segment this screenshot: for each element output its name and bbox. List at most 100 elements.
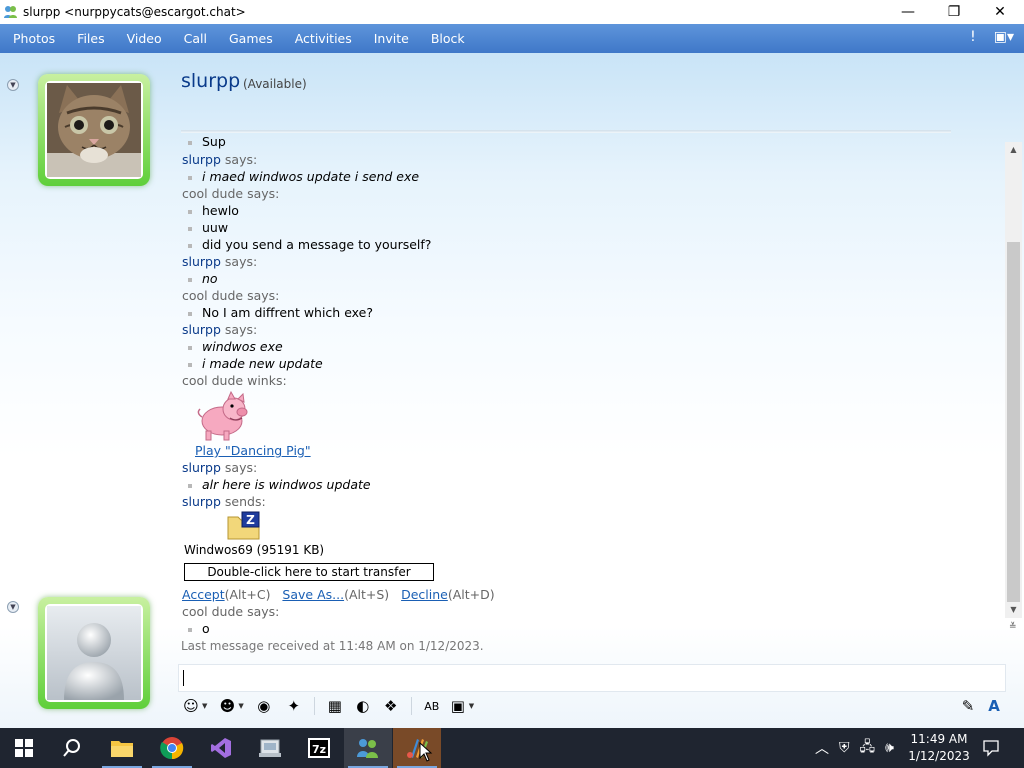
alert-icon[interactable]: ! xyxy=(970,29,976,45)
speaker-line: cool dude says: xyxy=(182,604,280,619)
message-line: i made new update xyxy=(188,356,323,371)
taskbar: 7z ︿ ⛨ 🖧 🕪 11:49 AM 1/12/2023 xyxy=(0,728,1024,768)
system-tray: ︿ ⛨ 🖧 🕪 xyxy=(815,728,894,768)
close-button[interactable]: ✕ xyxy=(977,0,1023,24)
chrome-button[interactable] xyxy=(148,728,196,768)
mouse-cursor-icon xyxy=(419,742,433,762)
decline-link[interactable]: Decline xyxy=(401,587,448,602)
contact-name: slurpp xyxy=(181,70,241,92)
network-icon[interactable]: 🖧 xyxy=(860,736,876,760)
message-line: did you send a message to yourself? xyxy=(188,237,431,252)
minimize-button[interactable]: — xyxy=(885,0,931,24)
collapse-contact-icon[interactable]: ▼ xyxy=(7,79,19,91)
messenger-app-icon xyxy=(4,6,17,18)
speaker-line: cool dude winks: xyxy=(182,373,287,388)
display-options-icon[interactable]: ▣▾ xyxy=(994,29,1014,45)
app-installer-icon xyxy=(259,739,281,757)
file-name: Windwos69 (95191 KB) xyxy=(184,543,325,557)
menu-activities[interactable]: Activities xyxy=(282,31,361,46)
clock-date: 1/12/2023 xyxy=(908,749,970,763)
voice-clip-icon[interactable]: ✦ xyxy=(284,696,304,716)
default-user-picture xyxy=(47,606,141,700)
window-title: slurpp <nurppycats@escargot.chat> xyxy=(23,5,246,19)
visual-studio-button[interactable] xyxy=(197,728,245,768)
message-line: Sup xyxy=(188,135,226,149)
security-icon[interactable]: ⛨ xyxy=(839,740,850,756)
expand-input-icon[interactable]: ≚ xyxy=(1009,622,1017,632)
show-hidden-icons-icon[interactable]: ︿ xyxy=(815,738,829,758)
speaker-line: cool dude says: xyxy=(182,186,280,201)
spell-check-icon[interactable]: AB xyxy=(422,696,442,716)
message-line: i maed windwos update i send exe xyxy=(188,169,419,184)
menu-invite[interactable]: Invite xyxy=(361,31,418,46)
start-button[interactable] xyxy=(0,728,48,768)
message-line: alr here is windwos update xyxy=(188,477,371,492)
message-line: windwos exe xyxy=(188,339,283,354)
visual-studio-icon xyxy=(211,738,231,758)
message-input[interactable] xyxy=(178,664,1006,692)
scroll-down-icon[interactable]: ▼ xyxy=(1005,602,1022,616)
menu-games[interactable]: Games xyxy=(216,31,282,46)
contact-status: (Available) xyxy=(243,77,307,91)
chrome-icon xyxy=(160,737,184,760)
windows-logo-icon xyxy=(15,739,33,757)
paint-button[interactable] xyxy=(393,728,441,768)
games-icon[interactable]: ❖ xyxy=(381,696,401,716)
handwriting-icon[interactable]: ✎ xyxy=(958,696,978,716)
menu-bar: Photos Files Video Call Games Activities… xyxy=(0,24,1024,53)
speaker-line: slurpp says: xyxy=(182,152,258,167)
message-line: uuw xyxy=(188,220,228,235)
search-icon xyxy=(63,739,80,757)
emoticon-icon[interactable]: ☺ xyxy=(181,696,201,716)
last-message-status: Last message received at 11:48 AM on 1/1… xyxy=(181,639,484,653)
scroll-thumb[interactable] xyxy=(1007,242,1020,602)
conversation-history: Sup slurpp says: i maed windwos update i… xyxy=(176,135,1004,657)
clock-time: 11:49 AM xyxy=(910,732,968,746)
self-avatar[interactable] xyxy=(38,597,150,709)
7zip-icon: 7z xyxy=(308,738,330,758)
message-line: No I am diffrent which exe? xyxy=(188,305,373,320)
activities-icon[interactable]: ▣ xyxy=(448,696,468,716)
folder-icon xyxy=(111,741,133,757)
accept-link[interactable]: Accept xyxy=(182,587,225,602)
background-icon[interactable]: ▦ xyxy=(325,696,345,716)
scroll-up-icon[interactable]: ▲ xyxy=(1005,142,1022,156)
speaker-line: cool dude says: xyxy=(182,288,280,303)
save-as-link[interactable]: Save As... xyxy=(282,587,344,602)
menu-call[interactable]: Call xyxy=(171,31,216,46)
conversation-scrollbar[interactable]: ▲ ▼ xyxy=(1005,142,1022,618)
dancing-pig-wink-icon[interactable] xyxy=(194,391,248,441)
7zip-button[interactable]: 7z xyxy=(295,728,343,768)
notifications-icon[interactable] xyxy=(982,728,1000,768)
messenger-button[interactable] xyxy=(344,728,392,768)
media-icon[interactable]: ◐ xyxy=(353,696,373,716)
menu-photos[interactable]: Photos xyxy=(0,31,64,46)
zip-file-icon[interactable]: Z xyxy=(226,511,262,541)
volume-icon[interactable]: 🕪 xyxy=(885,740,894,756)
message-line: o xyxy=(188,621,210,636)
start-transfer-button[interactable]: Double-click here to start transfer xyxy=(184,563,434,581)
menu-files[interactable]: Files xyxy=(64,31,113,46)
file-explorer-button[interactable] xyxy=(98,728,146,768)
menu-block[interactable]: Block xyxy=(418,31,474,46)
search-button[interactable] xyxy=(48,728,96,768)
speaker-line: slurpp sends: xyxy=(182,494,266,509)
message-line: hewlo xyxy=(188,203,239,218)
menu-right-icons: ! ▣▾ xyxy=(970,29,1014,45)
nudge-icon[interactable]: ◉ xyxy=(254,696,274,716)
menu-video[interactable]: Video xyxy=(114,31,171,46)
maximize-button[interactable]: ❐ xyxy=(931,0,977,24)
app-installer-button[interactable] xyxy=(246,728,294,768)
messenger-icon xyxy=(357,739,378,758)
collapse-self-icon[interactable]: ▼ xyxy=(7,601,19,613)
play-wink-link[interactable]: Play "Dancing Pig" xyxy=(195,443,311,458)
contact-avatar[interactable] xyxy=(38,74,150,186)
speaker-line: slurpp says: xyxy=(182,322,258,337)
speaker-line: slurpp says: xyxy=(182,460,258,475)
file-actions: Accept(Alt+C) Save As...(Alt+S) Decline(… xyxy=(182,587,495,602)
wink-icon[interactable]: ☻ xyxy=(217,696,237,716)
font-icon[interactable]: A xyxy=(984,696,1004,716)
header-divider xyxy=(181,130,951,133)
message-line: no xyxy=(188,271,218,286)
clock[interactable]: 11:49 AM 1/12/2023 xyxy=(905,731,973,765)
